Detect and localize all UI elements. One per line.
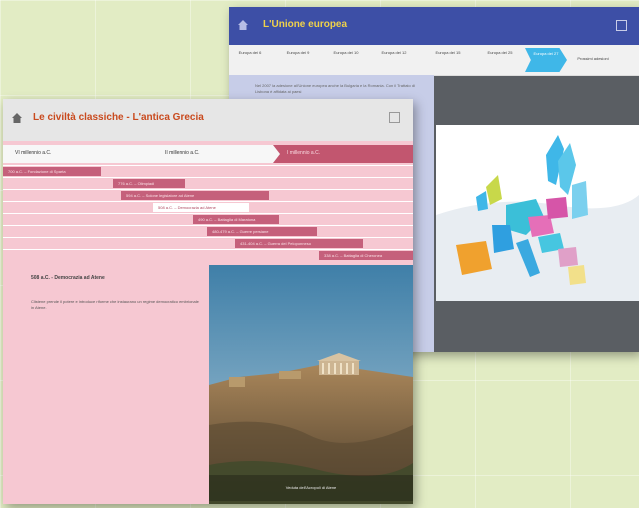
timeline-row: 338 a.C. – Battaglia di Cheronea: [3, 249, 413, 261]
window-toggle-icon[interactable]: [389, 112, 400, 123]
tab-europa-12[interactable]: Europa dei 12: [375, 50, 413, 55]
window-toggle-icon[interactable]: [616, 20, 627, 31]
period-ii-millennio[interactable]: II millennio a.C.: [165, 150, 199, 156]
tab-europa-6[interactable]: Europa dei 6: [231, 50, 269, 55]
eu-description: Nel 2007 la adesione all'Unione europea …: [255, 83, 415, 94]
timeline-event[interactable]: 776 a.C. – Olimpiadi: [113, 179, 185, 188]
period-bar: VI millennio a.C. II millennio a.C. I mi…: [3, 145, 413, 163]
timeline-event[interactable]: 700 a.C. – Fondazione di Sparta: [3, 167, 101, 176]
event-description: Clistene prende il potere e introduce ri…: [31, 299, 199, 310]
period-vi-millennio[interactable]: VI millennio a.C.: [15, 150, 51, 156]
timeline-row: 776 a.C. – Olimpiadi: [3, 177, 413, 189]
timeline-event[interactable]: 490 a.C. – Battaglia di Maratona: [193, 215, 279, 224]
tab-prossimi-adesioni[interactable]: Prossimi adesioni: [567, 56, 619, 61]
event-title: 508 a.C. - Democrazia ad Atene: [31, 275, 105, 281]
eu-titlebar: L'Unione europea: [229, 7, 639, 45]
timeline-row: 508 a.C. – Democrazia ad Atene: [3, 201, 413, 213]
timeline-event[interactable]: 480-479 a.C. – Guerre persiane: [207, 227, 317, 236]
europe-map[interactable]: [436, 125, 639, 301]
timeline-row: 700 a.C. – Fondazione di Sparta: [3, 165, 413, 177]
home-icon[interactable]: [237, 19, 249, 31]
tab-europa-10[interactable]: Europa dei 10: [327, 50, 365, 55]
timeline-event[interactable]: 431-404 a.C. – Guerra del Peloponneso: [235, 239, 363, 248]
acropolis-photo: [209, 265, 413, 504]
period-i-millennio[interactable]: I millennio a.C.: [273, 145, 413, 163]
greece-title: Le civiltà classiche - L'antica Grecia: [33, 112, 204, 123]
timeline-row: 480-479 a.C. – Guerre persiane: [3, 225, 413, 237]
tab-europa-25[interactable]: Europa dei 25: [481, 50, 519, 55]
timeline-event[interactable]: 594 a.C. – Solone legislatore ad Atene: [121, 191, 269, 200]
timeline-row: 431-404 a.C. – Guerra del Peloponneso: [3, 237, 413, 249]
europe-map-svg: [436, 125, 639, 301]
eu-title: L'Unione europea: [263, 19, 348, 30]
tab-europa-15[interactable]: Europa dei 15: [429, 50, 467, 55]
timeline-event[interactable]: 338 a.C. – Battaglia di Cheronea: [319, 251, 413, 260]
timeline-row: 490 a.C. – Battaglia di Maratona: [3, 213, 413, 225]
tab-europa-27[interactable]: Europa dei 27: [525, 48, 567, 72]
period-i-millennio-label: I millennio a.C.: [287, 150, 321, 156]
timeline-event-selected[interactable]: 508 a.C. – Democrazia ad Atene: [153, 203, 249, 212]
photo-caption: Veduta dell'Acropoli di Atene: [209, 475, 413, 501]
greece-window: Le civiltà classiche - L'antica Grecia V…: [3, 99, 413, 504]
tab-europa-9[interactable]: Europa dei 9: [279, 50, 317, 55]
timeline-row: 594 a.C. – Solone legislatore ad Atene: [3, 189, 413, 201]
home-icon[interactable]: [11, 112, 23, 124]
eu-tabs: Europa dei 6 Europa dei 9 Europa dei 10 …: [229, 45, 639, 76]
greece-titlebar: Le civiltà classiche - L'antica Grecia: [3, 99, 413, 141]
